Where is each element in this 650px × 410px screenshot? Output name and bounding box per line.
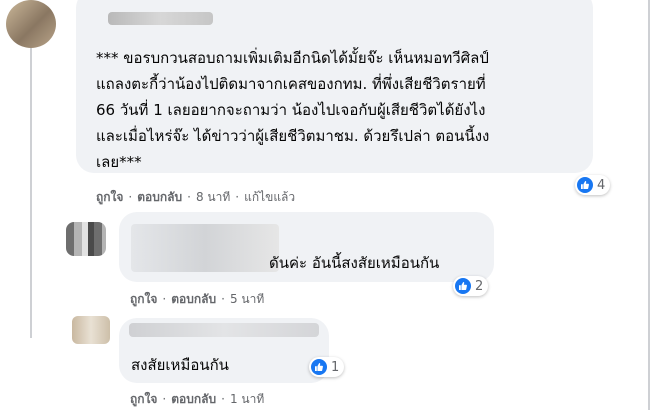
reaction-count: 4 (597, 177, 606, 193)
reaction-count-badge[interactable]: 4 (575, 175, 611, 195)
reaction-count-badge[interactable]: 1 (309, 357, 345, 377)
comment-line: *** ขอรบกวนสอบถามเพิ่มเติมอีกนิดได้มั้ยจ… (96, 49, 489, 67)
thumbs-up-icon (311, 359, 327, 375)
thumbs-up-icon (577, 177, 593, 193)
comment-line: และเมื่อไหร่จ๊ะ ได้ข่าวว่าผู้เสียชีวิตมา… (96, 127, 490, 145)
edited-label: แก้ไขแล้ว (244, 190, 296, 204)
reaction-count: 2 (475, 278, 484, 294)
comment-time[interactable]: 5 นาที (230, 292, 264, 306)
commenter-name-blurred[interactable] (131, 224, 279, 272)
comment-line: 66 วันที่ 1 เลยอยากจะถามว่า น้องไปเจอกับ… (96, 101, 486, 119)
comment-time[interactable]: 1 นาที (230, 392, 264, 406)
reply-link[interactable]: ตอบกลับ (171, 292, 216, 306)
comment-line: แถลงตะกี้ว่าน้องไปติดมาจากเคสของกทม. ที่… (96, 75, 486, 93)
like-link[interactable]: ถูกใจ (130, 392, 157, 406)
comment-time[interactable]: 8 นาที (196, 190, 230, 204)
comment-actions-1: ถูกใจ · ตอบกลับ · 8 นาที · แก้ไขแล้ว (96, 190, 296, 204)
reaction-count-badge[interactable]: 2 (453, 276, 489, 296)
reply-link[interactable]: ตอบกลับ (137, 190, 182, 204)
comment-actions-2: ถูกใจ · ตอบกลับ · 5 นาที (130, 292, 265, 306)
avatar[interactable] (72, 316, 110, 344)
comment-text-3: สงสัยเหมือนกัน (131, 356, 229, 374)
comment-text-2: ดันค่ะ อันนี้สงสัยเหมือนกัน (269, 254, 440, 272)
reply-link[interactable]: ตอบกลับ (171, 392, 216, 406)
thread-line (30, 48, 32, 338)
commenter-name-blurred[interactable] (108, 12, 213, 25)
like-link[interactable]: ถูกใจ (96, 190, 123, 204)
thumbs-up-icon (455, 278, 471, 294)
reaction-count: 1 (331, 359, 340, 375)
comment-text-1: *** ขอรบกวนสอบถามเพิ่มเติมอีกนิดได้มั้ยจ… (96, 45, 489, 175)
comment-actions-3: ถูกใจ · ตอบกลับ · 1 นาที (130, 392, 265, 406)
avatar[interactable] (66, 222, 106, 256)
commenter-name-blurred[interactable] (129, 323, 319, 337)
avatar[interactable] (6, 0, 56, 48)
like-link[interactable]: ถูกใจ (130, 292, 157, 306)
comment-line: เลย*** (96, 153, 142, 171)
